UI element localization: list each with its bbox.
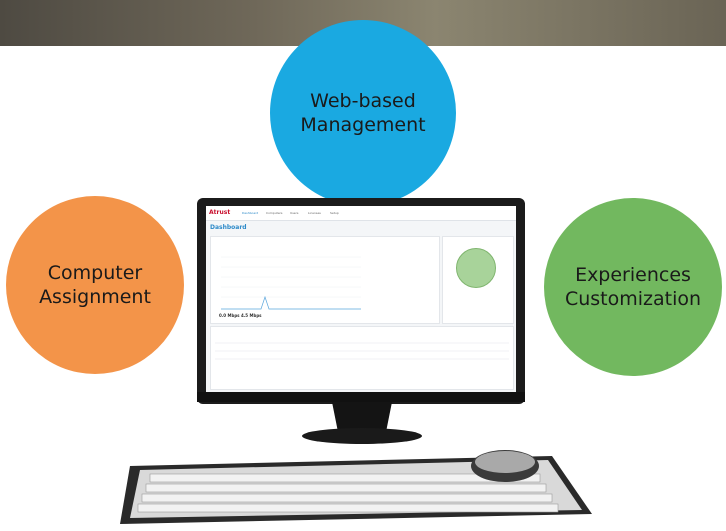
- dashboard-title: Dashboard: [210, 224, 247, 231]
- atrust-logo: Atrust: [209, 209, 231, 216]
- traffic-graph: [221, 256, 361, 310]
- nav-licenses[interactable]: Licenses: [308, 211, 321, 215]
- nav-computers[interactable]: Computers: [266, 211, 282, 215]
- status-panel: 0.0 Mbps 4.5 Mbps: [210, 236, 440, 324]
- monitor-stand: [332, 402, 392, 432]
- nav-users[interactable]: Users: [290, 211, 298, 215]
- status-pie: [456, 248, 496, 288]
- dashboard-screen: Atrust Dashboard Computers Users License…: [206, 206, 516, 392]
- computers-table-panel: [210, 326, 514, 390]
- nav-setup[interactable]: Setup: [330, 211, 339, 215]
- nav-dashboard[interactable]: Dashboard: [242, 211, 258, 215]
- metric-1: 0.0 Mbps: [219, 313, 240, 318]
- metric-2: 4.5 Mbps: [241, 313, 262, 318]
- monitor-base: [302, 428, 422, 444]
- computers-table: [215, 342, 509, 360]
- dashboard-navbar: Atrust Dashboard Computers Users License…: [206, 206, 516, 221]
